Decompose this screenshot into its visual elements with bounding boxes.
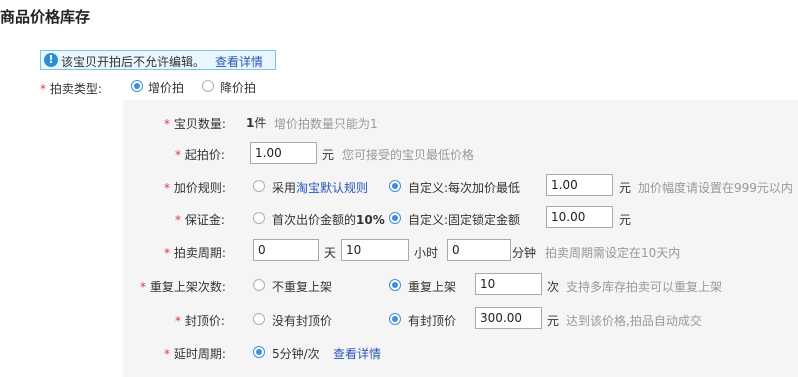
increment-custom-radio[interactable] [389, 180, 401, 192]
period-hours-input[interactable]: 10 [341, 239, 409, 261]
deposit-label: * 保证金: [175, 211, 225, 228]
delay-label: * 延时周期: [164, 345, 226, 362]
increment-input[interactable]: 1.00 [546, 174, 613, 196]
deposit-label-text: 保证金: [184, 213, 225, 227]
notice-details-link[interactable]: 查看详情 [215, 55, 263, 69]
increment-default-label[interactable]: 采用淘宝默认规则 [272, 179, 368, 196]
period-label-text: 拍卖周期: [173, 246, 226, 260]
relist-count-input[interactable]: 10 [475, 273, 542, 295]
page-title: 商品价格库存 [0, 8, 91, 26]
cap-set-label[interactable]: 有封顶价 [408, 312, 456, 329]
deposit-unit: 元 [619, 213, 632, 227]
auction-type-label-text: 拍卖类型: [49, 82, 102, 96]
deposit-percent-label[interactable]: 首次出价金额的10% [272, 211, 385, 228]
cap-label: * 封顶价: [175, 312, 225, 329]
relist-repeat-radio[interactable] [389, 279, 401, 291]
required-mark: * [175, 314, 181, 328]
required-mark: * [164, 181, 170, 195]
period-minutes-input[interactable]: 0 [447, 239, 511, 261]
delay-label-text: 延时周期: [173, 347, 226, 361]
required-mark: * [175, 213, 181, 227]
deposit-custom-radio[interactable] [389, 212, 401, 224]
deposit-custom-label[interactable]: 自定义:固定锁定金额 [408, 211, 520, 228]
default-rules-link[interactable]: 淘宝默认规则 [296, 181, 368, 195]
start-price-hint: 您可接受的宝贝最低价格 [342, 148, 475, 162]
required-mark: * [40, 82, 46, 96]
increment-default-radio[interactable] [253, 180, 265, 192]
relist-unit: 次 [547, 280, 560, 294]
period-days-input[interactable]: 0 [253, 239, 319, 261]
cap-price-input[interactable]: 300.00 [475, 307, 542, 329]
period-hours-unit: 小时 [414, 246, 439, 260]
auction-type-decrease-label[interactable]: 降价拍 [220, 79, 256, 96]
period-label: * 拍卖周期: [164, 244, 226, 261]
relist-repeat-label[interactable]: 重复上架 [408, 278, 456, 295]
required-mark: * [140, 280, 146, 294]
start-price-label: * 起拍价: [175, 146, 225, 163]
start-price-input[interactable]: 1.00 [250, 142, 317, 164]
delay-option-radio[interactable] [253, 346, 265, 358]
period-hint: 拍卖周期需设定在10天内 [545, 246, 681, 260]
cap-label-text: 封顶价: [184, 314, 225, 328]
quantity-label: * 宝贝数量: [164, 115, 226, 132]
relist-label-text: 重复上架次数: [149, 280, 226, 294]
notice-banner: ! 该宝贝开拍后不允许编辑。 查看详情 [40, 50, 276, 70]
period-minutes-unit: 分钟 [512, 246, 537, 260]
required-mark: * [175, 148, 181, 162]
notice-text: 该宝贝开拍后不允许编辑。 查看详情 [61, 53, 263, 70]
cap-none-radio[interactable] [253, 313, 265, 325]
required-mark: * [164, 117, 170, 131]
quantity-value: 1件 [246, 114, 266, 131]
deposit-percent-radio[interactable] [253, 212, 265, 224]
deposit-input[interactable]: 10.00 [546, 206, 613, 228]
delay-option-label[interactable]: 5分钟/次 [272, 345, 320, 362]
relist-hint: 支持多库存拍卖可以重复上架 [566, 280, 723, 294]
increment-custom-label[interactable]: 自定义:每次加价最低 [408, 179, 520, 196]
start-price-unit: 元 [322, 148, 335, 162]
info-icon: ! [44, 53, 58, 67]
increment-default-prefix: 采用 [272, 181, 297, 195]
cap-unit: 元 [547, 314, 560, 328]
cap-none-label[interactable]: 没有封顶价 [272, 312, 332, 329]
relist-none-label[interactable]: 不重复上架 [272, 278, 332, 295]
start-price-label-text: 起拍价: [184, 148, 225, 162]
period-days-unit: 天 [324, 246, 337, 260]
auction-type-increase-label[interactable]: 增价拍 [148, 79, 184, 96]
cap-hint: 达到该价格,拍品自动成交 [566, 314, 702, 328]
deposit-percent-value: 10% [356, 213, 385, 227]
notice-message: 该宝贝开拍后不允许编辑。 [61, 55, 206, 69]
increment-unit: 元 [619, 181, 632, 195]
cap-set-radio[interactable] [389, 313, 401, 325]
auction-type-decrease-radio[interactable] [202, 80, 214, 92]
quantity-hint: 增价拍数量只能为1 [274, 117, 378, 131]
increment-label-text: 加价规则: [173, 181, 226, 195]
auction-type-label: * 拍卖类型: [40, 80, 102, 97]
required-mark: * [164, 246, 170, 260]
auction-type-increase-radio[interactable] [131, 80, 143, 92]
quantity-label-text: 宝贝数量: [173, 117, 226, 131]
increment-label: * 加价规则: [164, 179, 226, 196]
relist-none-radio[interactable] [253, 279, 265, 291]
quantity-unit: 件 [254, 116, 267, 130]
delay-details-link[interactable]: 查看详情 [333, 345, 381, 362]
required-mark: * [164, 347, 170, 361]
increment-hint: 加价幅度请设置在999元以内 [638, 181, 793, 195]
deposit-percent-prefix: 首次出价金额的 [272, 213, 357, 227]
relist-label: * 重复上架次数: [140, 278, 226, 295]
